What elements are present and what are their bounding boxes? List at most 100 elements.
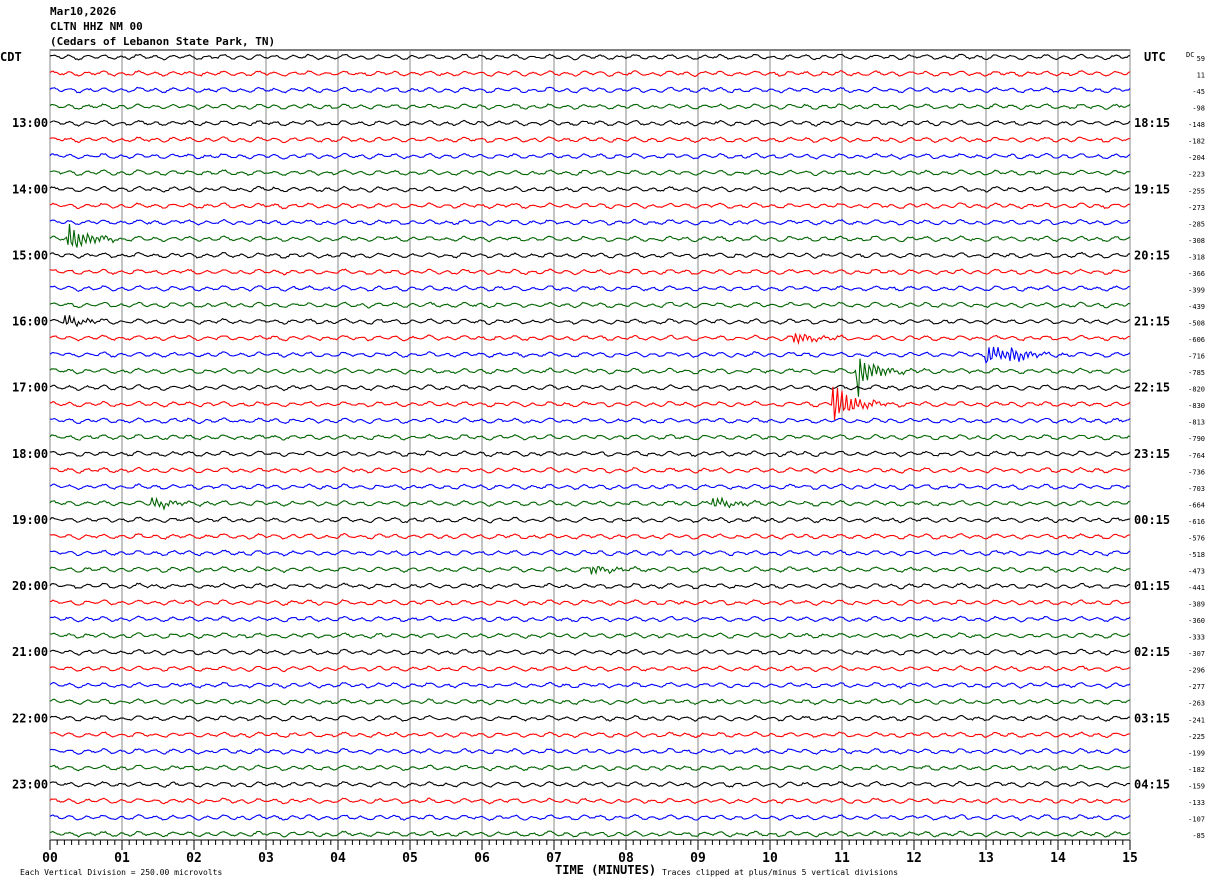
seismic-trace: [49, 496, 1131, 511]
right-hour-label: 04:15: [1134, 777, 1170, 791]
dc-offset-label: -360: [1188, 617, 1205, 625]
dc-offset-label: -241: [1188, 716, 1205, 724]
dc-offset-label: -182: [1188, 138, 1205, 146]
dc-offset-label: -255: [1188, 187, 1205, 195]
dc-offset-label: -366: [1188, 270, 1205, 278]
dc-offset-label: -307: [1188, 650, 1205, 658]
dc-offset-label: -813: [1188, 419, 1205, 427]
dc-offset-label: -664: [1188, 501, 1205, 509]
dc-offset-label: -736: [1188, 468, 1205, 476]
seismic-trace: [49, 301, 1131, 309]
dc-label: DC: [1186, 51, 1194, 59]
right-hour-label: 21:15: [1134, 315, 1170, 329]
dc-offset-label: -273: [1188, 204, 1205, 212]
left-hour-label: 18:00: [12, 447, 48, 461]
x-tick-label: 05: [402, 851, 418, 866]
dc-offset-label: -785: [1188, 369, 1205, 377]
left-hour-label: 22:00: [12, 711, 48, 725]
x-tick-label: 09: [690, 851, 706, 866]
dc-offset-label: -308: [1188, 237, 1205, 245]
seismic-trace: [49, 665, 1131, 673]
dc-offset-label: -277: [1188, 683, 1205, 691]
x-tick-label: 04: [330, 851, 346, 866]
right-hour-label: 22:15: [1134, 381, 1170, 395]
seismic-trace: [49, 764, 1131, 772]
seismic-trace: [49, 386, 1131, 420]
seismic-trace: [49, 70, 1131, 78]
seismic-trace: [49, 813, 1131, 822]
seismic-trace: [49, 516, 1131, 524]
seismic-trace: [49, 632, 1131, 640]
dc-offset-label: -716: [1188, 353, 1205, 361]
seismic-trace: [49, 599, 1131, 607]
seismic-trace: [49, 450, 1131, 458]
dc-offset-label: -473: [1188, 567, 1205, 575]
seismic-trace: [49, 747, 1131, 755]
seismic-trace: [49, 714, 1130, 722]
seismic-trace: [49, 582, 1131, 590]
plot-frame: [49, 49, 1131, 841]
left-hour-label: 19:00: [12, 513, 48, 527]
seismic-trace: [49, 780, 1131, 788]
seismic-trace: [49, 466, 1131, 474]
dc-offset-label: -703: [1188, 485, 1205, 493]
scale-note: Each Vertical Division = 250.00 microvol…: [20, 868, 222, 877]
x-tick-label: 11: [834, 851, 850, 866]
left-hour-label: 14:00: [12, 182, 48, 196]
seismic-trace: [49, 103, 1131, 110]
dc-offset-label: -820: [1188, 386, 1205, 394]
x-tick-label: 02: [186, 851, 202, 866]
dc-offset-label: -45: [1192, 88, 1205, 96]
x-axis-title: TIME (MINUTES): [555, 863, 656, 877]
x-tick-label: 14: [1050, 851, 1066, 866]
dc-offset-label: -225: [1188, 733, 1205, 741]
dc-offset-label: -518: [1188, 551, 1205, 559]
seismic-trace: [49, 333, 1131, 346]
right-hour-label: 00:15: [1134, 513, 1170, 527]
x-tick-label: 06: [474, 851, 490, 866]
dc-offset-label: -263: [1188, 700, 1205, 708]
seismic-trace: [49, 86, 1131, 94]
dc-offset-label: -576: [1188, 534, 1205, 542]
seismic-trace: [49, 830, 1131, 838]
dc-offset-label: -764: [1188, 452, 1205, 460]
seismic-trace: [49, 53, 1131, 61]
dc-offset-label: -616: [1188, 518, 1205, 526]
left-hour-label: 21:00: [12, 645, 48, 659]
dc-offset-label: -296: [1188, 667, 1205, 675]
left-hour-label: 16:00: [12, 315, 48, 329]
dc-offset-label: -204: [1188, 154, 1205, 162]
seismic-trace: [49, 549, 1131, 557]
helicorder-chart: 00 01 02 03 04 05 06 07 08 09 10 11 12 13 14 15CDT UTC DC…: [0, 49, 1205, 877]
right-hour-label: 19:15: [1134, 182, 1170, 196]
seismic-trace: [49, 417, 1131, 425]
dc-offset-label: -790: [1188, 435, 1205, 443]
dc-offset-label: -223: [1188, 171, 1205, 179]
seismic-trace: [49, 483, 1131, 491]
seismic-trace: [49, 169, 1131, 177]
dc-offset-label: -98: [1192, 105, 1205, 113]
dc-offset-label: -285: [1188, 220, 1205, 228]
left-axis-label: CDT: [0, 50, 22, 64]
seismic-trace: [49, 433, 1131, 441]
seismic-trace: [49, 615, 1131, 623]
dc-offset-label: -508: [1188, 320, 1205, 328]
seismic-trace: [49, 698, 1131, 706]
seismic-trace: [49, 218, 1130, 226]
right-axis-label: UTC: [1144, 50, 1166, 64]
x-tick-label: 01: [114, 851, 130, 866]
dc-offset-label: -85: [1192, 832, 1205, 840]
dc-offset-label: -107: [1188, 815, 1205, 823]
clip-note: Traces clipped at plus/minus 5 vertical …: [662, 868, 898, 877]
seismic-trace: [49, 119, 1131, 127]
dc-offset-label: -441: [1188, 584, 1205, 592]
dc-offset-label: 59: [1197, 55, 1205, 63]
dc-offset-label: -389: [1188, 601, 1205, 609]
left-hour-label: 23:00: [12, 777, 48, 791]
right-hour-label: 03:15: [1134, 711, 1170, 725]
seismic-trace: [49, 797, 1131, 805]
seismic-trace: [49, 315, 1131, 328]
dc-offset-label: -133: [1188, 799, 1205, 807]
dc-offset-label: -182: [1188, 766, 1205, 774]
left-hour-label: 15:00: [12, 248, 48, 262]
